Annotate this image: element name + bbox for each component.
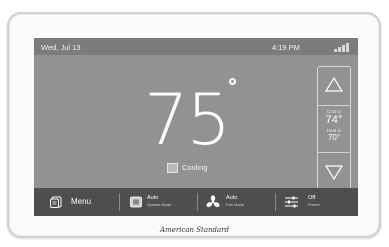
system-mode-value: Auto — [147, 195, 159, 201]
time-label: 4:19 PM — [272, 43, 300, 52]
brand-logo: American Standard — [160, 226, 230, 234]
preset-button[interactable]: Off Preset — [276, 188, 358, 216]
preset-label: Preset — [308, 202, 320, 207]
fan-mode-label: Fan Mode — [226, 202, 245, 207]
menu-label: Menu — [71, 197, 92, 206]
signal-strength-icon — [334, 42, 350, 52]
menu-icon — [50, 196, 62, 208]
preset-value: Off — [308, 195, 316, 201]
cooling-label: Cooling — [182, 163, 208, 172]
current-temperature: 75 — [144, 79, 231, 161]
system-status: Cooling — [167, 163, 208, 174]
cooling-icon — [167, 163, 178, 174]
increase-temp-button[interactable] — [322, 74, 346, 94]
fan-mode-value: Auto — [226, 195, 238, 201]
preset-sliders-icon — [285, 196, 298, 208]
setpoint-values: Cool to 74° Heat to 70° — [318, 105, 350, 153]
decrease-temp-button[interactable] — [322, 163, 346, 183]
degree-symbol — [229, 78, 236, 85]
status-bar: Wed, Jul 13 4:19 PM — [34, 38, 358, 55]
system-mode-label: System Mode — [147, 202, 172, 207]
system-mode-icon — [130, 196, 142, 208]
fan-mode-button[interactable]: Auto Fan Mode — [198, 188, 274, 216]
thermostat-screen: Wed, Jul 13 4:19 PM 75 Cooling Cool to 7… — [34, 38, 358, 216]
setpoint-panel: Cool to 74° Heat to 70° — [317, 66, 351, 191]
system-mode-button[interactable]: Auto System Mode — [120, 188, 196, 216]
main-display: 75 Cooling Cool to 74° Heat to 70° — [34, 55, 358, 191]
heat-setpoint[interactable]: 70° — [318, 133, 350, 142]
date-label: Wed, Jul 13 — [41, 43, 81, 52]
fan-icon — [206, 195, 220, 208]
menu-button[interactable]: Menu — [34, 188, 110, 216]
cool-setpoint[interactable]: 74° — [318, 114, 350, 126]
bottom-bar: Menu Auto System Mode Auto Fan Mode Off … — [34, 188, 358, 216]
